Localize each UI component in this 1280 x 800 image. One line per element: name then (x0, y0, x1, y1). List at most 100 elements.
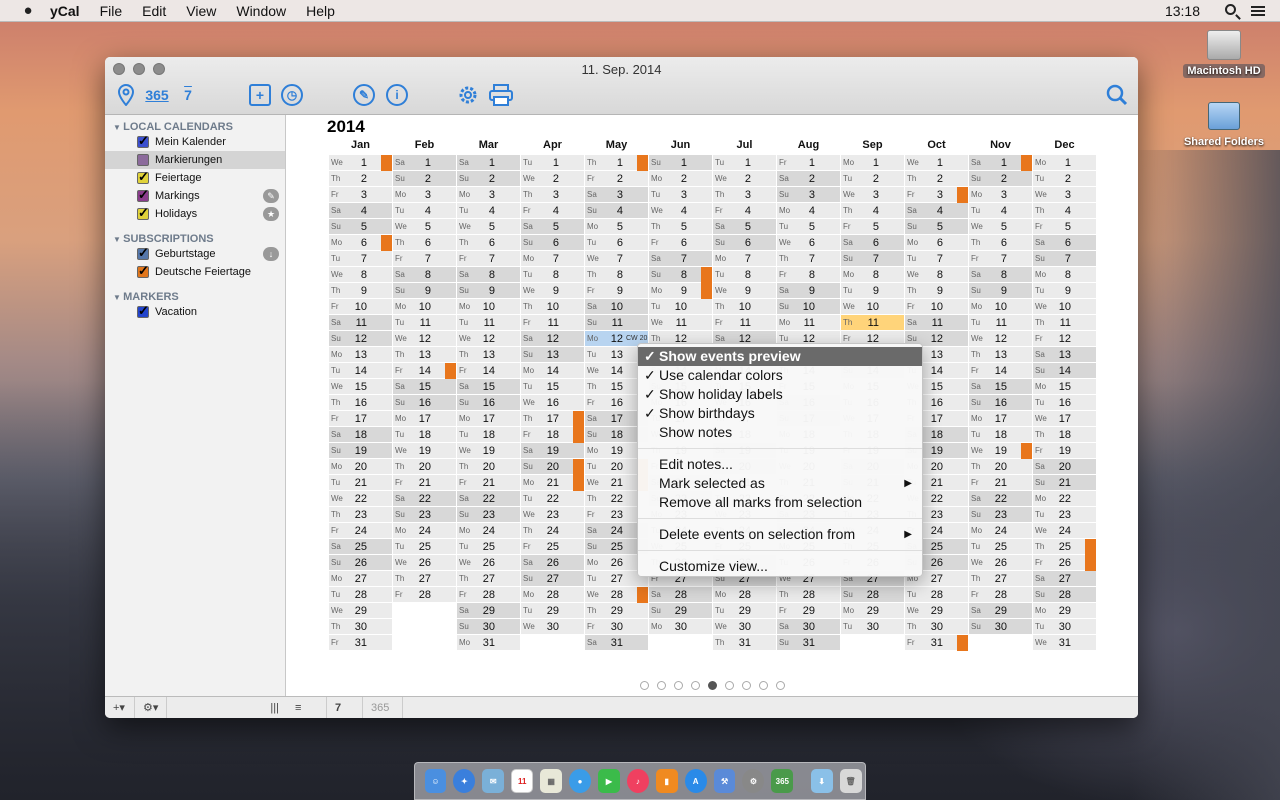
list-view-icon[interactable]: ≡ (287, 696, 327, 718)
day-cell[interactable]: Fr 4 (521, 203, 584, 219)
day-cell[interactable]: Su 9 (393, 283, 456, 299)
day-cell[interactable]: Tu 2 (1033, 171, 1096, 187)
page-dot[interactable] (725, 681, 734, 690)
day-cell[interactable]: Su 5 (905, 219, 968, 235)
day-cell[interactable]: Sa 29 (457, 603, 520, 619)
day-cell[interactable]: Tu 25 (969, 539, 1032, 555)
day-cell[interactable]: Mo 10 (969, 299, 1032, 315)
day-cell[interactable]: Su 30 (969, 619, 1032, 635)
day-cell[interactable]: Th 20 (457, 459, 520, 475)
day-cell[interactable]: Sa 5 (713, 219, 776, 235)
day-cell[interactable]: Su 30 (457, 619, 520, 635)
day-cell[interactable]: Th 4 (1033, 203, 1096, 219)
reminder-clock-icon[interactable]: ◷ (280, 83, 304, 107)
day-cell[interactable]: Sa 3 (585, 187, 648, 203)
day-cell[interactable]: Sa 8 (969, 267, 1032, 283)
day-cell[interactable]: We 23 (521, 507, 584, 523)
sidebar-calendar-item[interactable]: Markings ✎ (105, 187, 285, 205)
day-cell[interactable]: Tu 11 (457, 315, 520, 331)
week-view-button[interactable]: 7 (177, 83, 199, 107)
day-cell[interactable]: Su 16 (969, 395, 1032, 411)
page-dot[interactable] (657, 681, 666, 690)
new-event-calendar-icon[interactable]: + (248, 83, 272, 107)
day-cell[interactable]: Su 16 (457, 395, 520, 411)
day-cell[interactable]: Th 6 (457, 235, 520, 251)
day-cell[interactable]: Mo 15 (1033, 379, 1096, 395)
day-cell[interactable]: We 2 (521, 171, 584, 187)
day-cell[interactable]: We 16 (521, 395, 584, 411)
desktop-shared-folders[interactable]: Shared Folders (1176, 102, 1272, 148)
day-cell[interactable]: We 5 (393, 219, 456, 235)
day-cell[interactable]: Th 1 (585, 155, 648, 171)
sidebar-calendar-item[interactable]: Vacation (105, 303, 285, 321)
day-cell[interactable]: Th 3 (521, 187, 584, 203)
day-cell[interactable]: Sa 2 (777, 171, 840, 187)
day-cell[interactable]: We 5 (969, 219, 1032, 235)
day-cell[interactable]: Fr 9 (585, 283, 648, 299)
trash-icon[interactable]: 🗑 (839, 769, 862, 793)
day-cell[interactable]: We 3 (841, 187, 904, 203)
day-cell[interactable]: Tu 16 (1033, 395, 1096, 411)
day-cell[interactable]: Th 8 (585, 267, 648, 283)
day-cell[interactable]: Th 31 (713, 635, 776, 651)
day-cell[interactable]: Th 2 (329, 171, 392, 187)
day-cell[interactable]: We 17 (1033, 411, 1096, 427)
day-cell[interactable]: Tu 7 (905, 251, 968, 267)
menu-app-name[interactable]: yCal (50, 3, 80, 19)
day-cell[interactable]: Mo 5 (585, 219, 648, 235)
day-cell[interactable]: Mo 13 (329, 347, 392, 363)
day-cell[interactable]: Fr 31 (329, 635, 392, 651)
page-dot[interactable] (776, 681, 785, 690)
day-cell[interactable]: Sa 31 (585, 635, 648, 651)
finder-icon[interactable]: ☺ (424, 769, 447, 793)
day-cell[interactable]: Th 18 (1033, 427, 1096, 443)
day-cell[interactable]: Tu 11 (393, 315, 456, 331)
day-cell[interactable]: Fr 21 (969, 475, 1032, 491)
menu-file[interactable]: File (100, 3, 123, 19)
day-cell[interactable]: Fr 29 (777, 603, 840, 619)
day-cell[interactable]: Tu 1 (521, 155, 584, 171)
day-cell[interactable]: Tu 1 (713, 155, 776, 171)
day-cell[interactable]: Tu 25 (393, 539, 456, 555)
day-cell[interactable]: Su 23 (457, 507, 520, 523)
calendar-checkbox[interactable] (137, 205, 149, 221)
day-cell[interactable]: We 12 (969, 331, 1032, 347)
day-cell[interactable]: Sa 1 (457, 155, 520, 171)
day-cell[interactable]: Sa 18 (329, 427, 392, 443)
day-cell[interactable]: Th 13 (457, 347, 520, 363)
sidebar-calendar-item[interactable]: Geburtstage ↓ (105, 245, 285, 263)
day-cell[interactable]: Fr 5 (841, 219, 904, 235)
day-cell[interactable]: Mo 3 (969, 187, 1032, 203)
day-cell[interactable]: We 2 (713, 171, 776, 187)
day-cell[interactable]: Tu 3 (649, 187, 712, 203)
day-cell[interactable]: Tu 2 (841, 171, 904, 187)
edit-pencil-icon[interactable]: ✎ (352, 83, 376, 107)
menu-window[interactable]: Window (236, 3, 286, 19)
calendar-app-icon[interactable]: 11 (511, 769, 534, 793)
day-cell[interactable]: Su 7 (841, 251, 904, 267)
downloads-folder-icon[interactable]: ⬇ (810, 769, 833, 793)
day-cell[interactable]: Fr 30 (585, 619, 648, 635)
day-cell[interactable]: Mo 7 (713, 251, 776, 267)
calendar-checkbox[interactable] (137, 245, 149, 261)
day-cell[interactable]: Mo 17 (393, 411, 456, 427)
day-cell[interactable]: Th 10 (521, 299, 584, 315)
year-view-button[interactable]: 365 (143, 83, 171, 107)
day-cell[interactable]: Th 30 (329, 619, 392, 635)
day-cell[interactable]: Tu 18 (457, 427, 520, 443)
day-cell[interactable]: Tu 28 (329, 587, 392, 603)
day-cell[interactable]: Su 8 (649, 267, 712, 283)
day-cell[interactable]: Tu 15 (521, 379, 584, 395)
day-cell[interactable]: Mo 27 (329, 571, 392, 587)
page-dot[interactable] (742, 681, 751, 690)
day-cell[interactable]: Tu 21 (329, 475, 392, 491)
day-cell[interactable]: Su 6 (521, 235, 584, 251)
day-cell[interactable]: We 6 (777, 235, 840, 251)
pencil-badge-icon[interactable]: ✎ (263, 189, 279, 203)
day-cell[interactable]: Fr 26 (1033, 555, 1096, 571)
page-dot[interactable] (674, 681, 683, 690)
day-cell[interactable]: We 28 (585, 587, 648, 603)
day-cell[interactable]: Mo 2 (649, 171, 712, 187)
sidebar-calendar-item[interactable]: Feiertage (105, 169, 285, 187)
day-cell[interactable]: Th 24 (521, 523, 584, 539)
